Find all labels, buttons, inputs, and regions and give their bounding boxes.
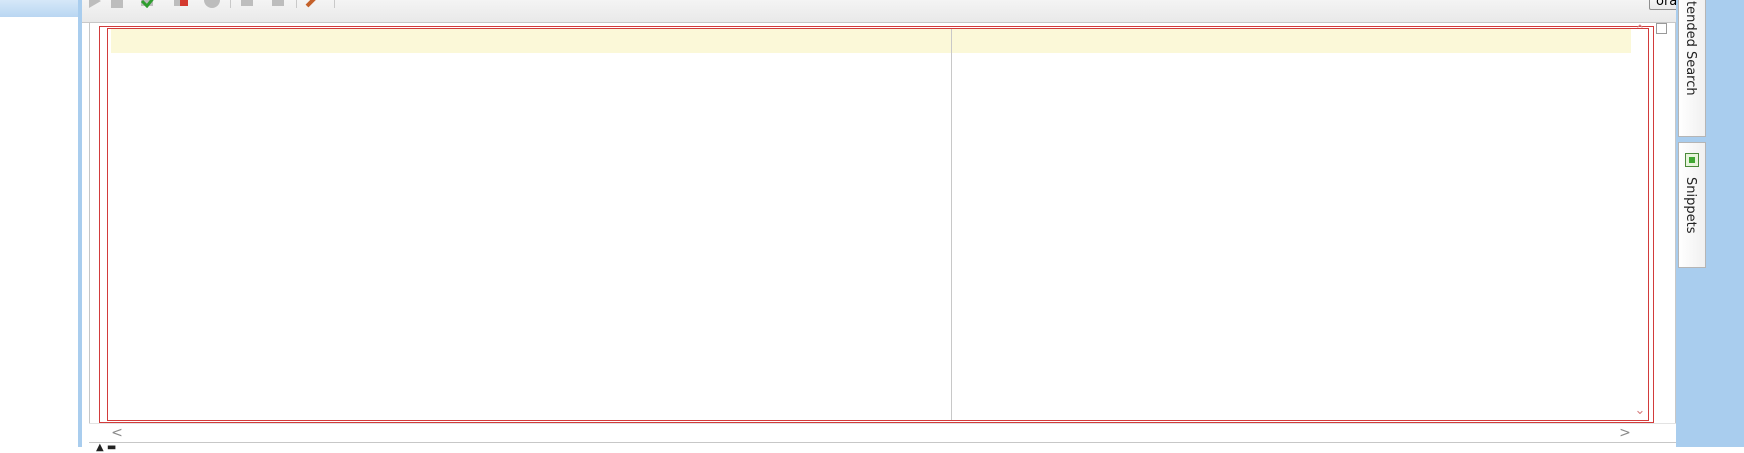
run-script-icon[interactable] [108, 0, 126, 8]
scroll-down-button[interactable]: ⌄ [1633, 404, 1647, 418]
explain-plan-icon[interactable] [269, 0, 287, 8]
tab-snippets-label: Snippets [1683, 177, 1698, 234]
snippets-icon [1685, 153, 1699, 167]
tab-snippets[interactable]: Snippets [1678, 142, 1706, 268]
sql-history-icon[interactable] [238, 0, 256, 8]
window-frame-left [78, 0, 82, 447]
rollback-icon[interactable] [172, 0, 190, 8]
toolbar-separator [296, 0, 297, 8]
status-marker: ▲ ▬ [96, 442, 117, 453]
clear-icon[interactable] [304, 0, 322, 8]
horizontal-scrollbar[interactable]: < > [89, 423, 1676, 442]
cancel-icon[interactable] [203, 0, 221, 8]
worksheet-toolbar: ora_hr ▼ [82, 0, 1744, 23]
scroll-right-button[interactable]: > [1617, 425, 1633, 441]
run-statement-icon[interactable] [85, 0, 103, 8]
tab-extended-search[interactable]: tended Search [1678, 0, 1706, 137]
editor-corner-checkbox[interactable] [1656, 23, 1667, 34]
tab-extended-search-label: tended Search [1683, 1, 1698, 96]
left-panel-tab[interactable] [0, 0, 82, 17]
toolbar-separator [230, 0, 231, 8]
selection-frame-inner [107, 28, 1649, 421]
scroll-left-button[interactable]: < [109, 425, 125, 441]
commit-icon[interactable] [139, 0, 157, 8]
scroll-up-button[interactable]: ⌃ [1633, 24, 1647, 38]
left-panel [0, 0, 82, 447]
toolbar-separator [334, 0, 335, 8]
